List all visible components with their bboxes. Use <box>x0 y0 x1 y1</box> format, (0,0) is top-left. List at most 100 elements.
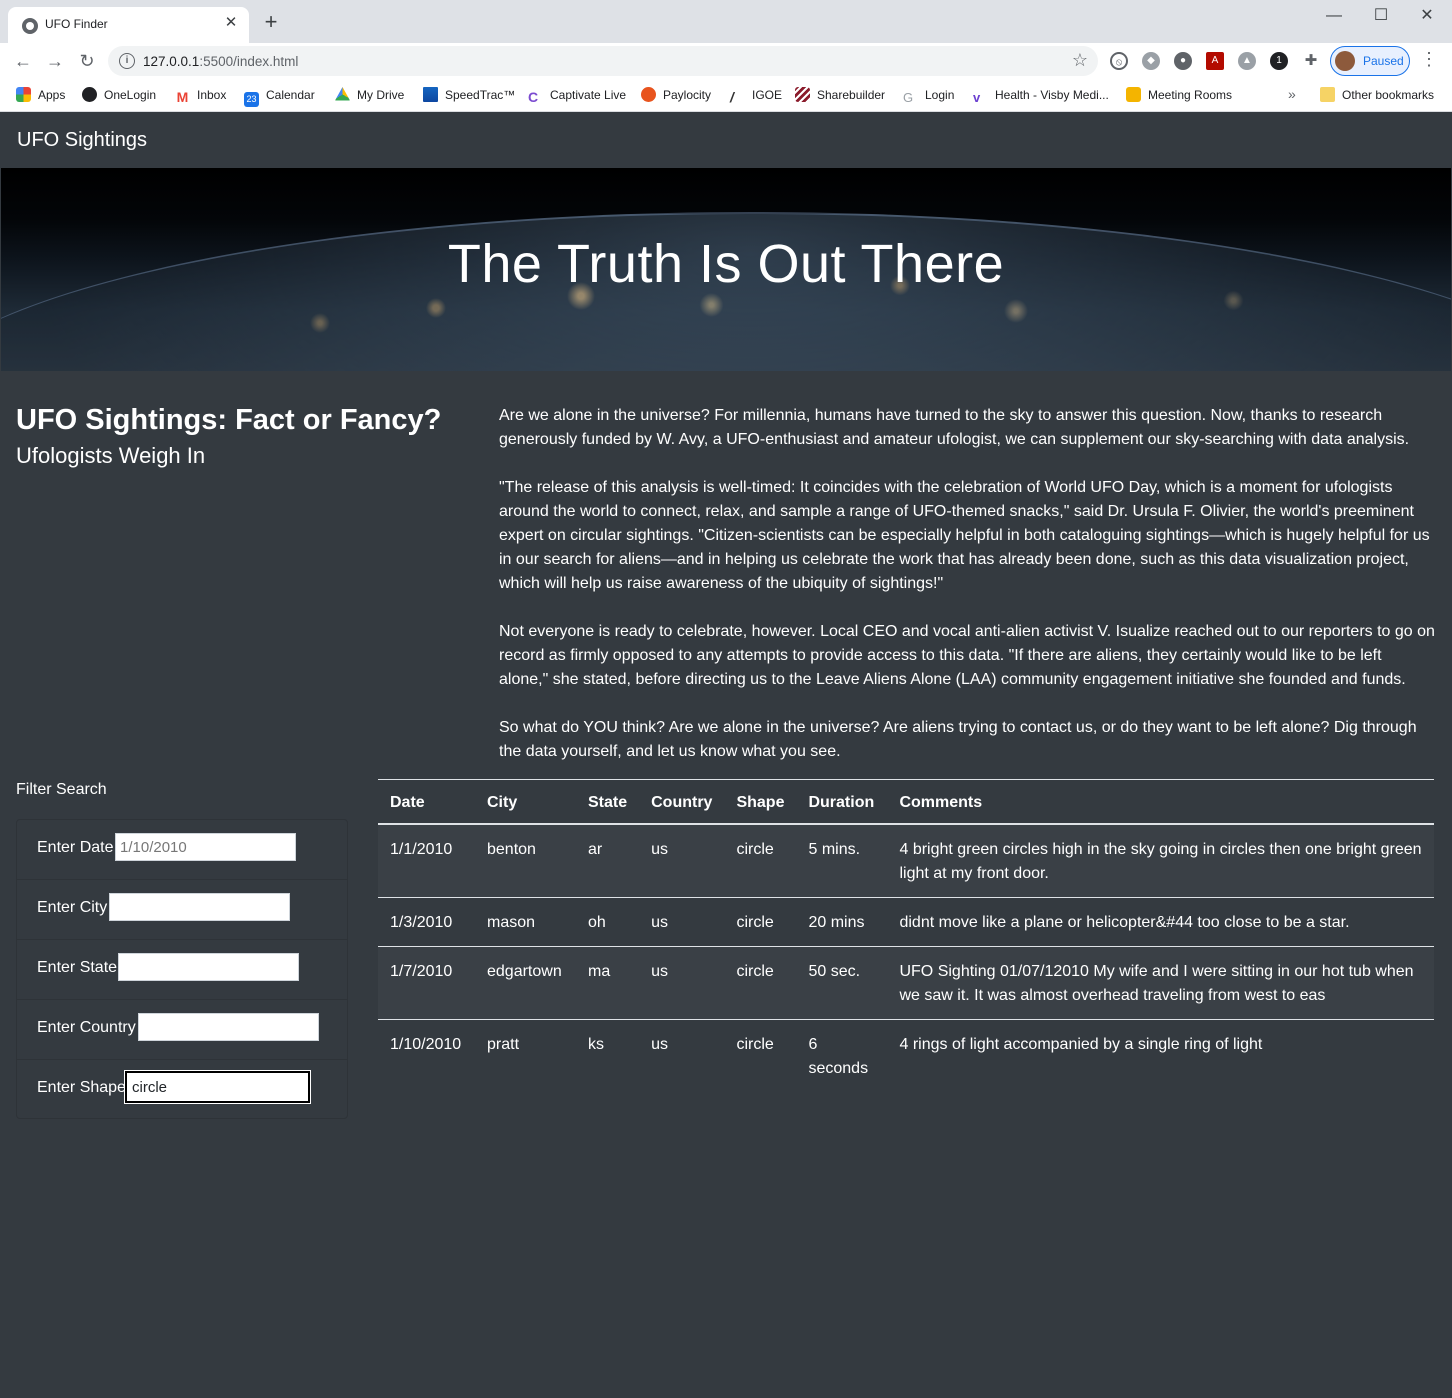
bookmark-captivate-live[interactable]: C Captivate Live <box>528 86 626 105</box>
hero-banner: The Truth Is Out There <box>1 168 1451 371</box>
menu-kebab-icon[interactable]: ⋮ <box>1420 49 1438 70</box>
bookmark-apps[interactable]: Apps <box>16 86 65 104</box>
cell-date: 1/3/2010 <box>378 897 475 947</box>
browser-tab[interactable]: UFO Finder ✕ <box>8 7 249 43</box>
info-icon[interactable]: i <box>119 53 135 69</box>
cell-state: ma <box>576 946 640 1020</box>
cell-country: us <box>639 824 725 898</box>
captivate-icon: C <box>528 89 539 105</box>
header-duration[interactable]: Duration <box>796 779 888 825</box>
article-body: Are we alone in the universe? For millen… <box>499 404 1435 788</box>
table-row: 1/7/2010 edgartown ma us circle 50 sec. … <box>378 946 1434 1020</box>
header-comments[interactable]: Comments <box>887 779 1434 825</box>
cell-city: benton <box>475 824 576 898</box>
profile-status: Paused <box>1363 54 1404 68</box>
speedtrac-icon <box>423 87 438 102</box>
cell-date: 1/10/2010 <box>390 1036 462 1053</box>
header-date[interactable]: Date <box>378 779 475 825</box>
forward-button[interactable]: → <box>43 49 67 73</box>
address-bar[interactable]: i 127.0.0.1:5500/index.html ☆ <box>108 46 1098 76</box>
puzzle-extensions-icon[interactable]: ✚ <box>1302 52 1320 70</box>
table-row: 1/10/2010 pratt ks us circle 6 seconds 4… <box>378 1020 1434 1093</box>
navbar-brand[interactable]: UFO Sightings <box>17 129 147 152</box>
filter-list: Enter Date Enter City Enter State Enter … <box>16 819 348 1119</box>
cell-city: mason <box>475 897 576 947</box>
cell-city: edgartown <box>475 946 576 1020</box>
bookmark-login[interactable]: G Login <box>903 86 954 105</box>
pdf-extension-icon[interactable]: A <box>1206 52 1224 70</box>
country-input[interactable] <box>138 1013 319 1041</box>
cell-state: ar <box>576 824 640 898</box>
onelogin-extension-icon[interactable]: 1 <box>1270 52 1288 70</box>
header-shape[interactable]: Shape <box>724 779 797 825</box>
header-city[interactable]: City <box>475 779 576 825</box>
filter-item-state: Enter State <box>17 940 347 1000</box>
article-title: UFO Sightings: Fact or Fancy? <box>16 404 442 436</box>
bookmark-star-icon[interactable]: ☆ <box>1072 50 1088 71</box>
shape-label: Enter Shape <box>37 1079 126 1096</box>
cell-state: oh <box>576 897 640 947</box>
circle-extension-icon[interactable]: ● <box>1174 52 1192 70</box>
state-input[interactable] <box>118 953 299 981</box>
filter-item-date: Enter Date <box>17 820 347 880</box>
gmail-icon: M <box>176 89 189 105</box>
bookmark-paylocity[interactable]: Paylocity <box>641 86 711 104</box>
maximize-button[interactable]: ☐ <box>1358 4 1404 28</box>
profile-button[interactable]: Paused <box>1330 46 1410 76</box>
filter-item-shape: Enter Shape <box>17 1060 347 1120</box>
shield-extension-icon[interactable]: ◆ <box>1142 52 1160 70</box>
bookmark-inbox[interactable]: M Inbox <box>175 86 227 105</box>
cell-state: ks <box>588 1036 604 1053</box>
block-extension-icon[interactable]: ⦸ <box>1110 52 1128 70</box>
city-input[interactable] <box>109 893 290 921</box>
more-bookmarks-icon[interactable]: » <box>1288 86 1296 102</box>
country-label: Enter Country <box>37 1019 136 1036</box>
drive-extension-icon[interactable]: ▲ <box>1238 52 1256 70</box>
article-paragraph: Not everyone is ready to celebrate, howe… <box>499 623 1435 688</box>
bookmark-onelogin[interactable]: OneLogin <box>82 86 156 104</box>
visby-icon: v <box>973 90 981 105</box>
back-button[interactable]: ← <box>11 49 35 73</box>
filter-item-country: Enter Country <box>17 1000 347 1060</box>
table-row: 1/1/2010 benton ar us circle 5 mins. 4 b… <box>378 824 1434 898</box>
tab-strip: UFO Finder ✕ + — ☐ ✕ <box>0 0 1452 43</box>
other-bookmarks[interactable]: Other bookmarks <box>1320 86 1434 104</box>
close-window-button[interactable]: ✕ <box>1404 4 1450 28</box>
article-subtitle: Ufologists Weigh In <box>16 443 206 468</box>
cell-shape: circle <box>724 824 797 898</box>
bookmark-igoe[interactable]: / IGOE <box>730 86 782 105</box>
minimize-button[interactable]: — <box>1311 4 1357 28</box>
cell-duration: 5 mins. <box>796 824 888 898</box>
date-label: Enter Date <box>37 839 114 856</box>
bookmarks-bar: Apps OneLogin M Inbox 23 Calendar My Drive… <box>0 79 1452 112</box>
close-tab-icon[interactable]: ✕ <box>221 13 241 33</box>
header-state[interactable]: State <box>576 779 640 825</box>
folder-icon <box>1320 87 1335 102</box>
cell-date: 1/7/2010 <box>378 946 475 1020</box>
bookmark-meeting-rooms[interactable]: Meeting Rooms <box>1126 86 1232 104</box>
reload-button[interactable]: ↻ <box>75 49 99 73</box>
bookmark-my-drive[interactable]: My Drive <box>335 86 404 104</box>
cell-comments: didnt move like a plane or helicopter&#4… <box>887 897 1434 947</box>
header-country[interactable]: Country <box>639 779 725 825</box>
cell-comments: 4 bright green circles high in the sky g… <box>887 824 1434 898</box>
bookmark-speedtrac[interactable]: SpeedTrac™ <box>423 86 515 104</box>
cell-date: 1/1/2010 <box>378 824 475 898</box>
shape-input[interactable] <box>125 1071 310 1103</box>
hero-title: The Truth Is Out There <box>447 234 1005 294</box>
new-tab-button[interactable]: + <box>260 11 282 34</box>
table-row: 1/3/2010 mason oh us circle 20 mins didn… <box>378 897 1434 947</box>
cell-duration: 50 sec. <box>796 946 888 1020</box>
bookmark-calendar[interactable]: 23 Calendar <box>244 86 315 107</box>
date-input[interactable] <box>115 833 296 861</box>
login-icon: G <box>903 90 914 105</box>
browser-toolbar: ← → ↻ i 127.0.0.1:5500/index.html ☆ ⦸ ◆ … <box>0 43 1452 79</box>
apps-grid-icon <box>16 87 31 102</box>
cell-comments: UFO Sighting 01/07/12010 My wife and I w… <box>887 946 1434 1020</box>
sightings-table: Date City State Country Shape Duration C… <box>378 779 1434 1092</box>
onelogin-icon <box>82 87 97 102</box>
meeting-rooms-icon <box>1126 87 1141 102</box>
bookmark-sharebuilder[interactable]: Sharebuilder <box>795 86 885 104</box>
bookmark-health-visby[interactable]: v Health - Visby Medi... <box>973 86 1109 105</box>
article-paragraph: So what do YOU think? Are we alone in th… <box>499 719 1417 760</box>
